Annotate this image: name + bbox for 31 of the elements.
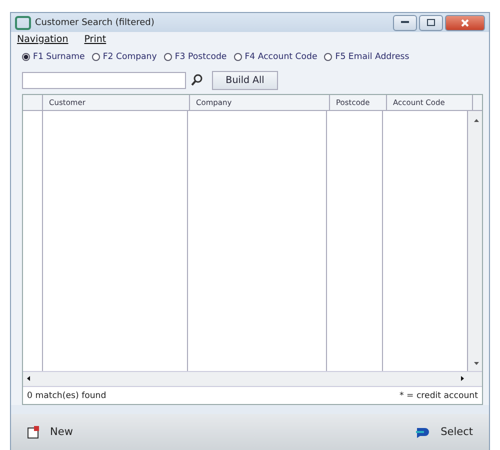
minimize-button[interactable] [393, 14, 417, 31]
horizontal-scrollbar[interactable] [23, 371, 482, 386]
build-all-button[interactable]: Build All [212, 70, 278, 90]
search-field[interactable] [22, 72, 186, 89]
radio-button[interactable] [92, 53, 100, 62]
match-count: 0 match(es) found [27, 390, 106, 401]
close-icon [461, 18, 469, 27]
vertical-scrollbar[interactable] [468, 111, 482, 372]
app-icon [15, 16, 31, 30]
radio-label[interactable]: F2 Company [102, 52, 157, 62]
radio-label[interactable]: F5 Email Address [335, 52, 410, 62]
radio-button[interactable] [164, 53, 172, 62]
maximize-button[interactable] [419, 14, 443, 31]
legend-text: * = credit account [400, 390, 478, 401]
menu-item[interactable]: Print [84, 34, 106, 45]
menu-item[interactable]: Navigation [17, 34, 68, 45]
search-icon[interactable] [190, 73, 204, 88]
close-button[interactable] [445, 14, 485, 31]
new-document-icon [27, 426, 40, 439]
speech-bubble-icon [414, 426, 431, 439]
radio-button[interactable] [324, 53, 332, 62]
radio-label[interactable]: F1 Surname [33, 52, 85, 62]
window-title: Customer Search (filtered) [35, 18, 154, 28]
radio-label[interactable]: F4 Account Code [244, 52, 318, 62]
radio-button[interactable] [22, 53, 30, 62]
radio-button[interactable] [234, 53, 242, 62]
select-button[interactable]: Select [406, 422, 481, 443]
new-button[interactable]: New [19, 422, 81, 443]
maximize-icon [427, 19, 435, 26]
minimize-icon [401, 21, 409, 24]
radio-label[interactable]: F3 Postcode [174, 52, 227, 62]
